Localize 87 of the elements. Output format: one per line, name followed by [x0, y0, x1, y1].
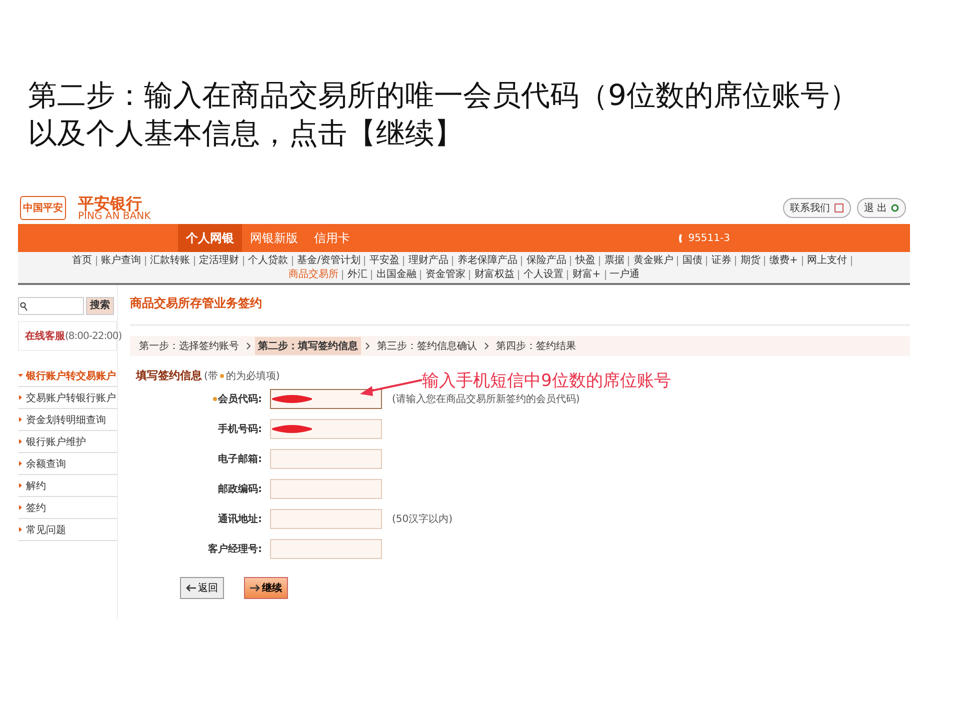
- nav-link[interactable]: 个人贷款: [248, 254, 288, 267]
- nav-link[interactable]: 平安盈: [369, 254, 400, 267]
- nav-link[interactable]: 快盈: [575, 254, 596, 267]
- nav-link[interactable]: 外汇: [347, 268, 368, 281]
- nav-link[interactable]: 资金管家: [425, 268, 466, 281]
- side-menu-item[interactable]: 银行账户转交易账户: [18, 365, 117, 387]
- contact-button[interactable]: 联系我们: [782, 198, 851, 218]
- service-hours: (8:00-22:00): [65, 330, 122, 342]
- side-menu-item[interactable]: 常见问题: [18, 519, 117, 541]
- nav-link[interactable]: 证券: [711, 254, 732, 267]
- side-menu-item[interactable]: 签约: [18, 497, 117, 519]
- nav-link[interactable]: 首页: [72, 254, 92, 267]
- nav-link[interactable]: 个人设置: [523, 268, 564, 281]
- field-label: 通讯地址:: [218, 512, 262, 526]
- input-field[interactable]: [270, 389, 382, 409]
- form-note: 的为必填项): [226, 370, 280, 382]
- input-field[interactable]: [270, 479, 382, 499]
- chevron-icon: [365, 342, 370, 350]
- step-label: 第四步：签约结果: [495, 340, 577, 354]
- nav-link[interactable]: 财富+: [572, 268, 601, 281]
- hotline-number: 95511-3: [688, 232, 730, 244]
- arrow-right-icon: [250, 584, 260, 592]
- field-label: 邮政编码:: [218, 482, 262, 496]
- form-title: 填写签约信息: [136, 368, 202, 383]
- input-field[interactable]: [270, 419, 382, 439]
- field-label: 手机号码:: [218, 422, 262, 436]
- chevron-icon: [484, 342, 489, 350]
- field-hint: (请输入您在商品交易所新签约的会员代码): [392, 392, 580, 406]
- nav-link[interactable]: 基金/资管计划: [297, 254, 360, 267]
- side-menu-item[interactable]: 资金划转明细查询: [18, 409, 117, 431]
- field-hint: (50汉字以内): [392, 512, 453, 526]
- chevron-icon: [246, 342, 251, 350]
- step-label: 第二步：填写签约信息: [255, 337, 361, 355]
- search-button[interactable]: 搜索: [86, 297, 114, 315]
- logout-button[interactable]: 退 出: [856, 198, 906, 218]
- nav-link[interactable]: 黄金账户: [633, 254, 674, 267]
- caret-right-icon: [18, 483, 23, 488]
- caret-right-icon: [18, 527, 23, 532]
- input-field[interactable]: [270, 539, 382, 559]
- nav-link[interactable]: 保险产品: [526, 254, 566, 267]
- side-menu-item[interactable]: 交易账户转银行账户: [18, 387, 117, 409]
- nav-link[interactable]: 一户通: [610, 268, 640, 281]
- bank-name-english: PING AN BANK: [78, 212, 151, 222]
- nav-link[interactable]: 票据: [604, 254, 624, 267]
- caret-right-icon: [18, 395, 23, 400]
- input-field[interactable]: [270, 449, 382, 469]
- input-field[interactable]: [270, 509, 382, 529]
- caret-right-icon: [18, 505, 23, 510]
- arrow-left-icon: [186, 584, 196, 592]
- caret-right-icon: [18, 417, 23, 422]
- bank-name: 平安银行: [78, 194, 142, 212]
- caret-right-icon: [18, 461, 23, 466]
- field-label: 客户经理号:: [208, 542, 262, 556]
- nav-link[interactable]: 汇款转账: [150, 254, 190, 267]
- slide-title: 第二步：输入在商品交易所的唯一会员代码（9位数的席位账号）: [28, 77, 860, 114]
- caret-right-icon: [18, 439, 23, 444]
- online-service-link[interactable]: 在线客服: [25, 329, 65, 343]
- nav-link[interactable]: 缴费+: [769, 254, 798, 267]
- side-menu-item[interactable]: 余额查询: [18, 453, 117, 475]
- required-dot: [220, 374, 224, 378]
- field-label: 会员代码:: [218, 392, 262, 406]
- page-title: 商品交易所存管业务签约: [130, 295, 910, 326]
- side-menu-item[interactable]: 解约: [18, 475, 117, 497]
- nav-link[interactable]: 财富权益: [474, 268, 514, 281]
- back-button[interactable]: 返回: [180, 577, 224, 599]
- step-label: 第三步：签约信息确认: [376, 340, 478, 354]
- caret-down-icon: [18, 373, 23, 378]
- slide-title: 以及个人基本信息，点击【继续】: [28, 115, 464, 152]
- logo-badge: 中国平安: [20, 196, 66, 220]
- nav-link[interactable]: 养老保障产品: [457, 254, 518, 267]
- nav-link[interactable]: 网上支付: [806, 254, 847, 267]
- step-label: 第一步：选择签约账号: [138, 340, 240, 354]
- nav-link[interactable]: 国债: [682, 254, 702, 267]
- power-icon: [891, 204, 899, 212]
- search-icon: [20, 302, 28, 310]
- continue-button[interactable]: 继续: [244, 577, 288, 599]
- nav-link[interactable]: 理财产品: [408, 254, 448, 267]
- nav-link[interactable]: 期货: [740, 254, 760, 267]
- nav-link[interactable]: 定活理财: [199, 254, 240, 267]
- nav-link[interactable]: 出国金融: [376, 268, 416, 281]
- side-menu-item[interactable]: 银行账户维护: [18, 431, 117, 453]
- field-label: 电子邮箱:: [218, 452, 262, 466]
- annotation-text: 输入手机短信中9位数的席位账号: [422, 370, 671, 392]
- search-field[interactable]: [18, 297, 84, 315]
- nav-link[interactable]: 账户查询: [101, 254, 142, 267]
- main-tab[interactable]: 个人网银: [178, 224, 242, 252]
- form-note: (带: [204, 370, 218, 382]
